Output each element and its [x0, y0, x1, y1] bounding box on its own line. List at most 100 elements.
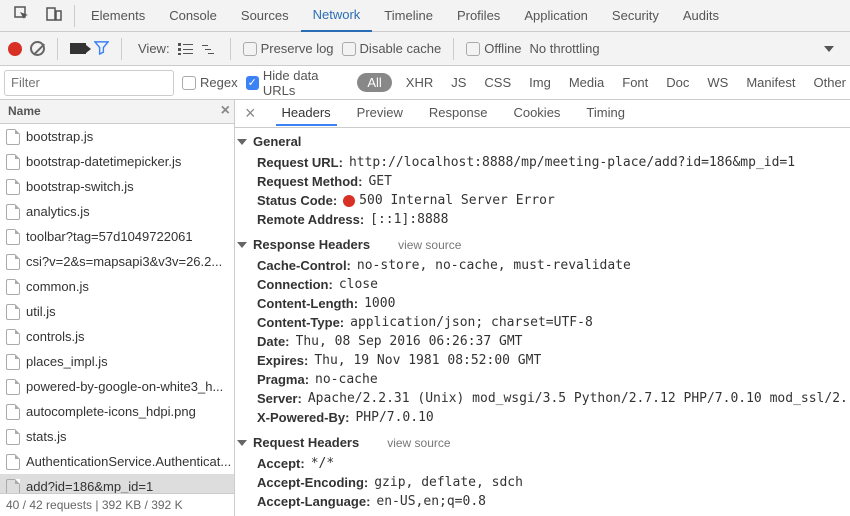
tab-sources[interactable]: Sources	[229, 0, 301, 32]
request-row[interactable]: controls.js	[0, 324, 234, 349]
kv-key: Content-Type:	[257, 315, 344, 330]
request-name: bootstrap.js	[26, 129, 93, 144]
request-row[interactable]: bootstrap-datetimepicker.js	[0, 149, 234, 174]
section-title: Request Headers	[253, 435, 359, 450]
section-header[interactable]: Response Headers view source	[235, 233, 850, 256]
details-tab-response[interactable]: Response	[423, 101, 494, 126]
details-tab-preview[interactable]: Preview	[351, 101, 409, 126]
request-row[interactable]: AuthenticationService.Authenticat...	[0, 449, 234, 474]
filter-type-doc[interactable]: Doc	[662, 75, 693, 90]
file-icon	[6, 379, 20, 395]
view-source-link[interactable]: view source	[398, 238, 461, 252]
regex-label: Regex	[200, 75, 238, 90]
request-row[interactable]: util.js	[0, 299, 234, 324]
tab-audits[interactable]: Audits	[671, 0, 731, 32]
preserve-log-checkbox[interactable]: Preserve log	[243, 41, 334, 56]
kv-key: Status Code:	[257, 193, 337, 208]
disclosure-triangle-icon[interactable]	[237, 139, 247, 145]
kv-key: Request URL:	[257, 155, 343, 170]
file-icon	[6, 404, 20, 420]
request-row[interactable]: add?id=186&mp_id=1	[0, 474, 234, 493]
view-mode-icons[interactable]	[178, 43, 218, 55]
kv-row: Status Code: 500 Internal Server Error	[257, 191, 850, 210]
tab-elements[interactable]: Elements	[79, 0, 157, 32]
filter-bar: Regex Hide data URLs All XHR JS CSS Img Media…	[0, 66, 850, 100]
record-button[interactable]	[8, 42, 22, 56]
kv-value: 500 Internal Server Error	[343, 193, 555, 208]
request-name: analytics.js	[26, 204, 90, 219]
kv-row: Cache-Control:no-store, no-cache, must-r…	[257, 256, 850, 275]
filter-type-all[interactable]: All	[357, 73, 391, 92]
throttle-caret-icon[interactable]	[824, 46, 834, 52]
kv-key: Expires:	[257, 353, 308, 368]
request-row[interactable]: toolbar?tag=57d1049722061	[0, 224, 234, 249]
request-row[interactable]: stats.js	[0, 424, 234, 449]
tab-timeline[interactable]: Timeline	[372, 0, 445, 32]
device-icon[interactable]	[38, 2, 70, 29]
filter-type-media[interactable]: Media	[565, 75, 608, 90]
tab-security[interactable]: Security	[600, 0, 671, 32]
request-row[interactable]: bootstrap.js	[0, 124, 234, 149]
divider	[74, 5, 75, 27]
filter-type-manifest[interactable]: Manifest	[742, 75, 799, 90]
hide-data-urls-checkbox[interactable]: Hide data URLs	[246, 68, 350, 98]
kv-value: GET	[368, 174, 391, 189]
clear-button[interactable]	[30, 41, 45, 56]
view-source-link[interactable]: view source	[387, 436, 450, 450]
file-icon	[6, 354, 20, 370]
tab-console[interactable]: Console	[157, 0, 229, 32]
section-header[interactable]: General	[235, 130, 850, 153]
section-title: Response Headers	[253, 237, 370, 252]
kv-key: Accept-Language:	[257, 494, 370, 509]
filter-input[interactable]	[4, 70, 174, 96]
tab-application[interactable]: Application	[512, 0, 600, 32]
filter-type-js[interactable]: JS	[447, 75, 470, 90]
request-row[interactable]: common.js	[0, 274, 234, 299]
offline-checkbox[interactable]: Offline	[466, 41, 521, 56]
kv-key: Accept-Encoding:	[257, 475, 368, 490]
filter-type-css[interactable]: CSS	[480, 75, 515, 90]
filter-type-other[interactable]: Other	[809, 75, 850, 90]
tab-network[interactable]: Network	[301, 0, 373, 32]
name-column-header[interactable]: Name ×	[0, 100, 234, 124]
kv-row: Content-Type:application/json; charset=U…	[257, 313, 850, 332]
kv-row: Expires:Thu, 19 Nov 1981 08:52:00 GMT	[257, 351, 850, 370]
inspect-icon[interactable]	[6, 2, 38, 29]
request-row[interactable]: analytics.js	[0, 199, 234, 224]
disclosure-triangle-icon[interactable]	[237, 440, 247, 446]
divider	[121, 38, 122, 60]
request-row[interactable]: places_impl.js	[0, 349, 234, 374]
close-details-icon[interactable]: ×	[239, 103, 262, 124]
request-row[interactable]: autocomplete-icons_hdpi.png	[0, 399, 234, 424]
disable-cache-checkbox[interactable]: Disable cache	[342, 41, 442, 56]
filter-type-font[interactable]: Font	[618, 75, 652, 90]
disclosure-triangle-icon[interactable]	[237, 242, 247, 248]
kv-row: Pragma:no-cache	[257, 370, 850, 389]
regex-checkbox[interactable]: Regex	[182, 75, 238, 90]
filter-type-ws[interactable]: WS	[703, 75, 732, 90]
capture-screenshots-icon[interactable]	[70, 43, 86, 54]
details-tab-headers[interactable]: Headers	[276, 101, 337, 126]
request-row[interactable]: powered-by-google-on-white3_h...	[0, 374, 234, 399]
file-icon	[6, 154, 20, 170]
kv-value: en-US,en;q=0.8	[376, 494, 486, 509]
name-header-label: Name	[8, 104, 41, 118]
throttle-select[interactable]: No throttling	[530, 41, 600, 56]
filter-toggle-icon[interactable]	[94, 40, 109, 58]
kv-row: Request URL:http://localhost:8888/mp/mee…	[257, 153, 850, 172]
details-tab-cookies[interactable]: Cookies	[507, 101, 566, 126]
divider	[57, 38, 58, 60]
preserve-log-label: Preserve log	[261, 41, 334, 56]
tab-profiles[interactable]: Profiles	[445, 0, 512, 32]
file-icon	[6, 429, 20, 445]
request-row[interactable]: bootstrap-switch.js	[0, 174, 234, 199]
kv-key: Pragma:	[257, 372, 309, 387]
filter-type-img[interactable]: Img	[525, 75, 555, 90]
close-pane-icon[interactable]: ×	[221, 102, 230, 120]
view-label: View:	[138, 41, 170, 56]
request-row[interactable]: csi?v=2&s=mapsapi3&v3v=26.2...	[0, 249, 234, 274]
details-tab-timing[interactable]: Timing	[580, 101, 631, 126]
file-icon	[6, 304, 20, 320]
section-header[interactable]: Request Headers view source	[235, 431, 850, 454]
filter-type-xhr[interactable]: XHR	[402, 75, 437, 90]
